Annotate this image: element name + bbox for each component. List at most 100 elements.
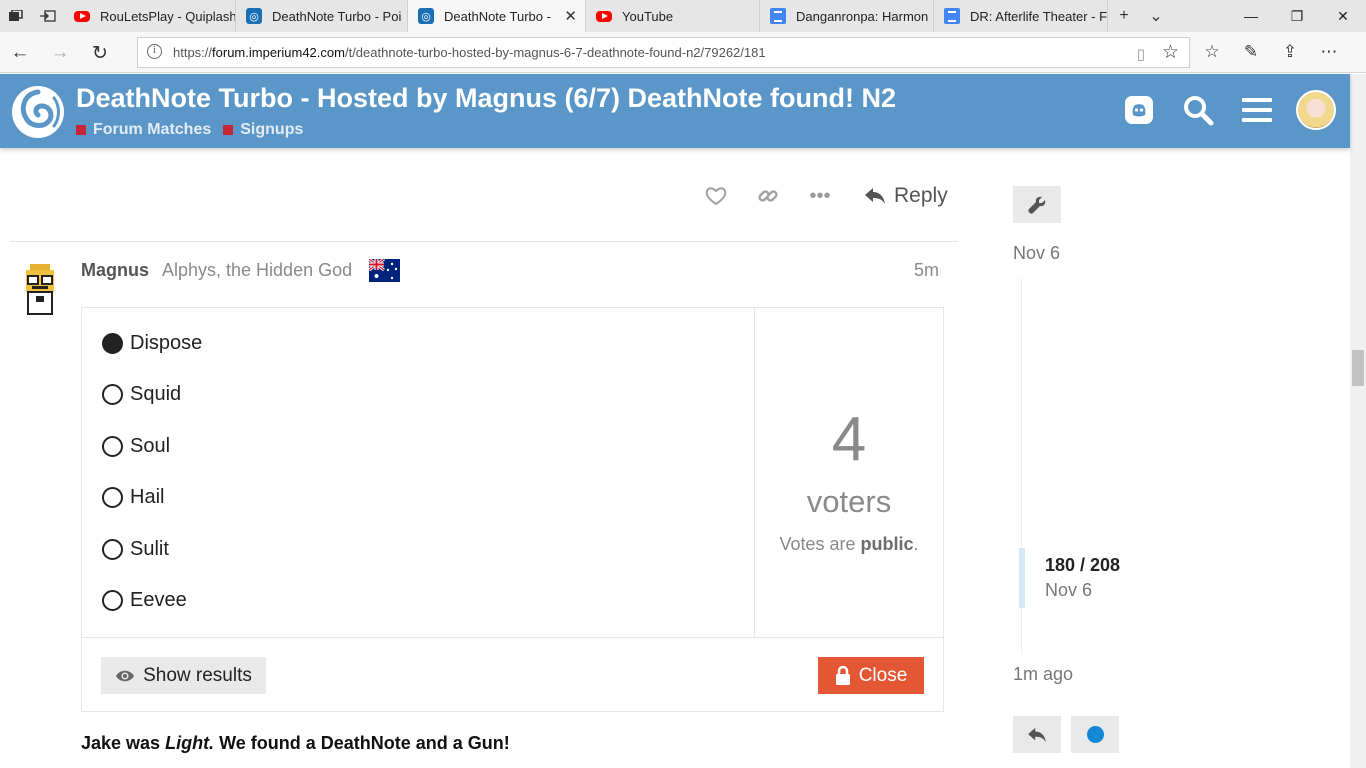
site-logo[interactable]: [10, 84, 66, 140]
browser-tab-bar: RouLetsPlay - Quiplash ◎ DeathNote Turbo…: [0, 0, 1366, 32]
more-options-icon[interactable]: •••: [794, 178, 846, 214]
australia-flag-icon: [369, 259, 400, 282]
poll-option[interactable]: Soul: [102, 435, 170, 458]
hamburger-menu-icon[interactable]: [1235, 88, 1279, 132]
eye-icon: [116, 670, 135, 681]
poll-options: Dispose Squid Soul Hail Sulit Eevee: [82, 308, 755, 637]
more-icon[interactable]: ⋯: [1316, 39, 1342, 65]
post-body: Jake was Light. We found a DeathNote and…: [81, 733, 510, 753]
tracking-dot-icon: [1086, 726, 1104, 743]
category-signups[interactable]: Signups: [223, 121, 303, 139]
forum-header: DeathNote Turbo - Hosted by Magnus (6/7)…: [0, 74, 1350, 148]
tab-manager-icon[interactable]: [0, 0, 32, 32]
imperium-icon: ◎: [246, 8, 262, 24]
wrench-icon: [1028, 196, 1046, 214]
poll-option-label: Sulit: [130, 538, 169, 560]
poll-info: 4 voters Votes are public.: [755, 308, 943, 637]
window-close-icon[interactable]: ✕: [1320, 0, 1366, 32]
radio-icon[interactable]: [102, 436, 123, 457]
reading-view-icon[interactable]: ▯: [1137, 45, 1145, 63]
tab-title: DeathNote Turbo -: [444, 8, 551, 24]
timeline-handle[interactable]: [1019, 548, 1025, 608]
refresh-icon[interactable]: ↻: [86, 39, 114, 67]
share-icon[interactable]: ⇪: [1277, 39, 1303, 65]
reply-label: Reply: [894, 184, 948, 207]
browser-tab-0[interactable]: RouLetsPlay - Quiplash: [64, 0, 236, 32]
poll-option[interactable]: Hail: [102, 486, 164, 509]
restore-icon[interactable]: ❐: [1274, 0, 1320, 32]
new-tab-icon[interactable]: +: [1108, 0, 1140, 32]
show-results-label: Show results: [143, 664, 252, 686]
docs-icon: [770, 8, 786, 24]
radio-icon[interactable]: [102, 590, 123, 611]
category-forum-matches[interactable]: Forum Matches: [76, 121, 211, 139]
timeline-position-date: Nov 6: [1045, 580, 1093, 600]
reply-arrow-icon: [865, 188, 885, 204]
browser-tab-2[interactable]: ◎ DeathNote Turbo - ✕: [408, 0, 586, 32]
scrollbar-thumb[interactable]: [1352, 350, 1364, 386]
discord-icon[interactable]: [1117, 88, 1161, 132]
close-poll-button[interactable]: Close: [818, 657, 924, 694]
favorites-list-icon[interactable]: ☆: [1199, 39, 1225, 65]
tab-list-chevron-icon[interactable]: ⌄: [1140, 0, 1172, 32]
user-avatar[interactable]: [22, 262, 58, 318]
url-field[interactable]: i https://forum.imperium42.com/t/deathno…: [137, 37, 1190, 68]
topic-title[interactable]: DeathNote Turbo - Hosted by Magnus (6/7)…: [76, 83, 896, 114]
favorite-star-icon[interactable]: ☆: [1162, 41, 1179, 64]
pen-icon[interactable]: ✎: [1238, 39, 1264, 65]
tab-aside-icon[interactable]: [32, 0, 64, 32]
close-label: Close: [858, 664, 908, 686]
browser-tab-3[interactable]: YouTube: [586, 0, 760, 32]
close-tab-icon[interactable]: ✕: [564, 7, 577, 25]
forward-icon[interactable]: →: [46, 39, 74, 67]
radio-icon[interactable]: [102, 487, 123, 508]
topic-categories: Forum Matches Signups: [76, 121, 303, 139]
poll-option-label: Dispose: [130, 332, 203, 354]
radio-icon[interactable]: [102, 384, 123, 405]
post-actions: ••• Reply: [690, 178, 960, 214]
tab-title: RouLetsPlay - Quiplash: [100, 8, 236, 24]
imperium-icon: ◎: [418, 8, 434, 24]
radio-icon[interactable]: [102, 539, 123, 560]
poll-option[interactable]: Squid: [102, 383, 181, 406]
tab-title: YouTube: [622, 8, 674, 24]
address-bar-row: ← → ↻ i https://forum.imperium42.com/t/d…: [0, 32, 1366, 73]
timeline-start-date[interactable]: Nov 6: [1013, 243, 1060, 264]
post-user-title: Alphys, the Hidden God: [162, 260, 353, 280]
post-divider: [10, 241, 958, 242]
timeline-end-label[interactable]: 1m ago: [1013, 664, 1073, 685]
radio-selected-icon[interactable]: [102, 333, 123, 354]
url-text: https://forum.imperium42.com/t/deathnote…: [173, 45, 766, 60]
current-user-avatar[interactable]: [1294, 88, 1338, 132]
admin-wrench-button[interactable]: [1013, 186, 1061, 223]
search-icon[interactable]: [1176, 88, 1220, 132]
show-results-button[interactable]: Show results: [101, 657, 266, 694]
link-icon[interactable]: [742, 178, 794, 214]
category-color-swatch: [223, 125, 234, 135]
poll-option[interactable]: Sulit: [102, 538, 169, 561]
page-scrollbar[interactable]: [1350, 74, 1366, 768]
poll-option-label: Squid: [130, 383, 182, 405]
browser-tab-1[interactable]: ◎ DeathNote Turbo - Poi: [236, 0, 408, 32]
category-label: Signups: [240, 121, 304, 138]
site-info-icon[interactable]: i: [147, 44, 162, 59]
category-label: Forum Matches: [93, 121, 212, 138]
post-username[interactable]: Magnus: [81, 260, 149, 281]
youtube-icon: [74, 10, 90, 22]
poll-option[interactable]: Eevee: [102, 589, 187, 612]
lock-icon: [835, 666, 850, 685]
browser-tab-5[interactable]: DR: Afterlife Theater - F: [934, 0, 1108, 32]
minimize-icon[interactable]: —: [1228, 0, 1274, 32]
notification-level-button[interactable]: [1071, 716, 1119, 753]
poll: Dispose Squid Soul Hail Sulit Eevee 4 vo…: [81, 307, 944, 712]
poll-option-label: Eevee: [130, 589, 187, 611]
category-color-swatch: [76, 125, 86, 135]
post-age[interactable]: 5m: [914, 260, 939, 281]
timeline-position: 180 / 208: [1045, 555, 1121, 575]
like-heart-icon[interactable]: [690, 178, 742, 214]
reply-button[interactable]: Reply: [852, 184, 960, 208]
timeline-reply-button[interactable]: [1013, 716, 1061, 753]
browser-tab-4[interactable]: Danganronpa: Harmon: [760, 0, 934, 32]
back-icon[interactable]: ←: [6, 39, 34, 67]
poll-option[interactable]: Dispose: [102, 332, 202, 355]
